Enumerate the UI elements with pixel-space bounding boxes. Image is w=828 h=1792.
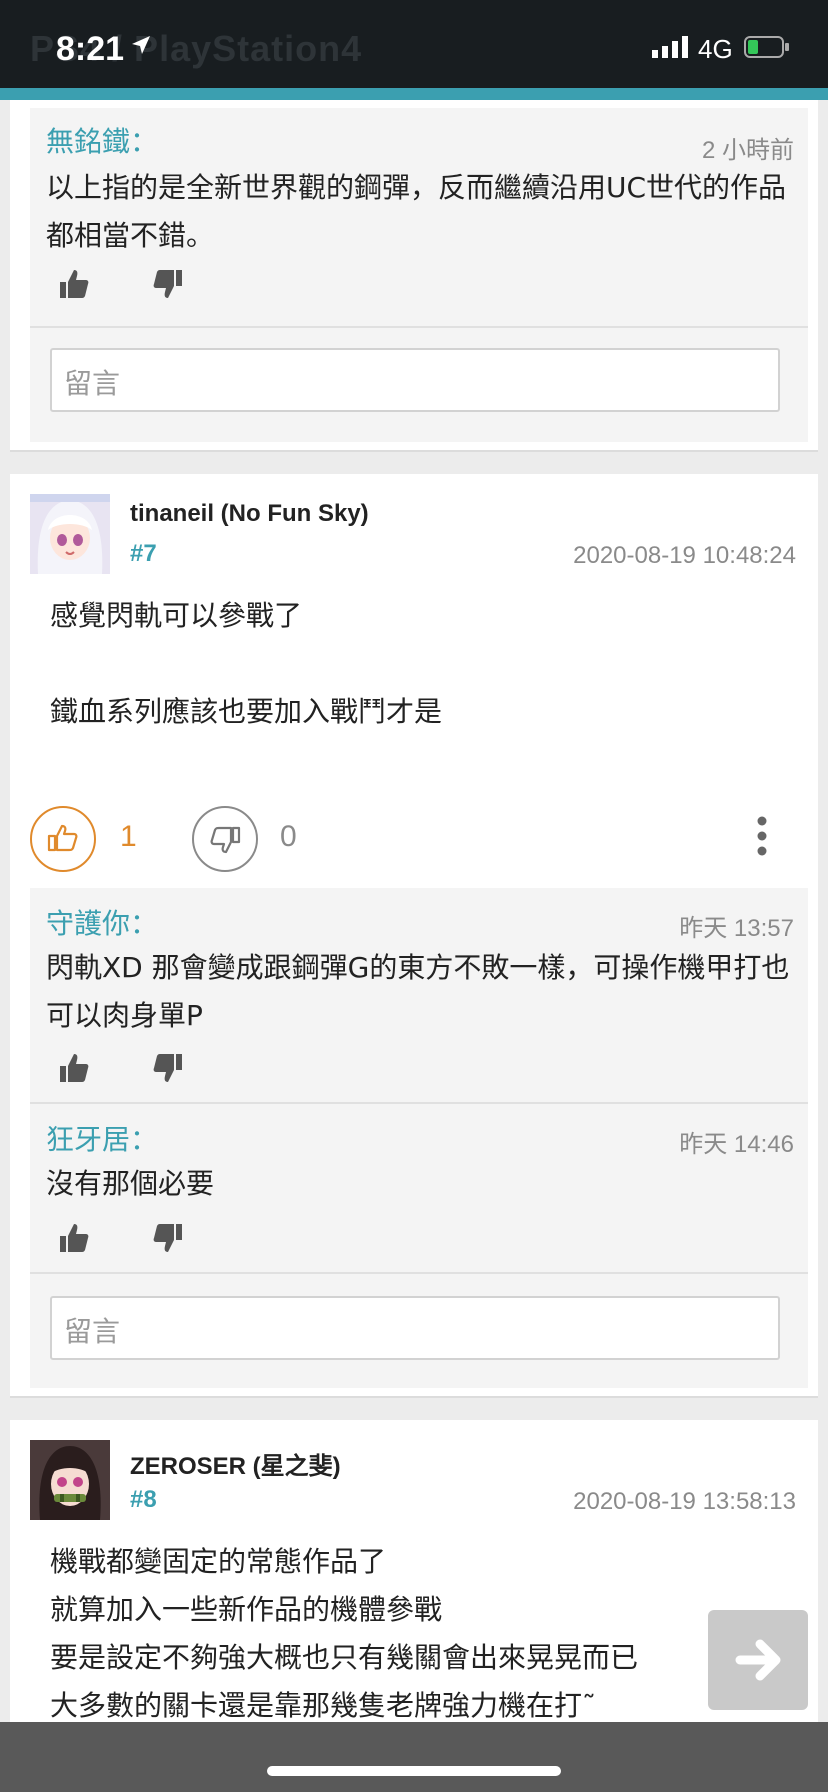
reply-time: 昨天 13:57 <box>679 915 794 942</box>
status-bar: PS4 / PlayStation4 8:21 4G <box>0 0 828 88</box>
dislike-count: 0 <box>280 820 297 853</box>
thumbs-up-icon[interactable] <box>58 1052 90 1084</box>
reply-text: 沒有那個必要 <box>46 1167 215 1200</box>
post-floor-number[interactable]: #7 <box>130 540 157 568</box>
comment-placeholder: 留言 <box>64 367 121 400</box>
user-avatar[interactable] <box>30 494 110 574</box>
post-line: 鐵血系列應該也要加入戰鬥才是 <box>50 695 443 728</box>
post-card-previous: 無銘鐵： 2 小時前 以上指的是全新世界觀的鋼彈，反而繼續沿用UC世代的作品都相… <box>10 100 818 452</box>
post-card: tinaneil (No Fun Sky) #7 2020-08-19 10:4… <box>10 474 818 1398</box>
status-time: 8:21 <box>56 30 125 68</box>
reply-author[interactable]: 守護你： <box>46 902 158 942</box>
thumbs-up-icon <box>47 824 78 852</box>
reply-author[interactable]: 狂牙居： <box>46 1118 158 1158</box>
next-page-button[interactable] <box>708 1610 808 1710</box>
reply-text: 閃軌XD 那會變成跟鋼彈G的東方不敗一樣，可操作機甲打也可以肉身單P <box>46 951 790 1032</box>
post-timestamp: 2020-08-19 10:48:24 <box>573 542 796 569</box>
reply-list: 無銘鐵： 2 小時前 以上指的是全新世界觀的鋼彈，反而繼續沿用UC世代的作品都相… <box>30 108 808 442</box>
post-body: 感覺閃軌可以參戰了 鐵血系列應該也要加入戰鬥才是 <box>50 592 442 736</box>
post-body: 機戰都變固定的常態作品了 就算加入一些新作品的機體參戰 要是設定不夠強大概也只有… <box>50 1538 638 1730</box>
thumbs-down-icon[interactable] <box>152 1052 184 1084</box>
location-arrow-icon <box>132 36 150 54</box>
post-timestamp: 2020-08-19 13:58:13 <box>573 1488 796 1515</box>
like-count: 1 <box>120 820 137 853</box>
post-line: 機戰都變固定的常態作品了 <box>50 1545 387 1578</box>
reply-time: 昨天 14:46 <box>679 1131 794 1158</box>
reply-item: 無銘鐵： 2 小時前 以上指的是全新世界觀的鋼彈，反而繼續沿用UC世代的作品都相… <box>30 108 808 328</box>
reply-item: 狂牙居： 昨天 14:46 沒有那個必要 <box>30 1104 808 1274</box>
battery-icon <box>744 36 789 58</box>
thumbs-down-icon[interactable] <box>152 268 184 300</box>
reply-item: 守護你： 昨天 13:57 閃軌XD 那會變成跟鋼彈G的東方不敗一樣，可操作機甲… <box>30 888 808 1104</box>
reply-text: 以上指的是全新世界觀的鋼彈，反而繼續沿用UC世代的作品都相當不錯。 <box>46 171 787 252</box>
network-label: 4G <box>698 34 733 64</box>
thumbs-down-icon[interactable] <box>152 1222 184 1254</box>
post-floor-number[interactable]: #8 <box>130 1486 157 1514</box>
comment-input[interactable]: 留言 <box>50 348 780 412</box>
header-accent-bar <box>0 88 828 100</box>
post-line: 就算加入一些新作品的機體參戰 <box>50 1593 443 1626</box>
reply-time: 2 小時前 <box>701 137 794 164</box>
thumbs-up-icon[interactable] <box>58 268 90 300</box>
like-button[interactable] <box>30 806 96 872</box>
signal-icon <box>652 36 688 58</box>
post-card: ZEROSER (星之斐) #8 2020-08-19 13:58:13 機戰都… <box>10 1420 818 1722</box>
bottom-toolbar <box>0 1722 828 1792</box>
thumbs-down-icon <box>210 826 241 854</box>
home-indicator[interactable] <box>267 1766 561 1776</box>
arrow-right-icon <box>735 1639 781 1681</box>
reply-list: 守護你： 昨天 13:57 閃軌XD 那會變成跟鋼彈G的東方不敗一樣，可操作機甲… <box>30 888 808 1388</box>
post-line <box>50 640 442 688</box>
more-options-icon[interactable] <box>756 816 768 856</box>
comment-input[interactable]: 留言 <box>50 1296 780 1360</box>
post-line: 要是設定不夠強大概也只有幾關會出來晃晃而已 <box>50 1641 639 1674</box>
post-username[interactable]: ZEROSER (星之斐) <box>130 1446 341 1481</box>
dislike-button[interactable] <box>192 806 258 872</box>
comment-placeholder: 留言 <box>64 1315 121 1348</box>
reply-author[interactable]: 無銘鐵： <box>46 120 158 160</box>
post-username[interactable]: tinaneil (No Fun Sky) <box>130 500 369 528</box>
post-line: 感覺閃軌可以參戰了 <box>50 599 303 632</box>
user-avatar[interactable] <box>30 1440 110 1520</box>
thumbs-up-icon[interactable] <box>58 1222 90 1254</box>
